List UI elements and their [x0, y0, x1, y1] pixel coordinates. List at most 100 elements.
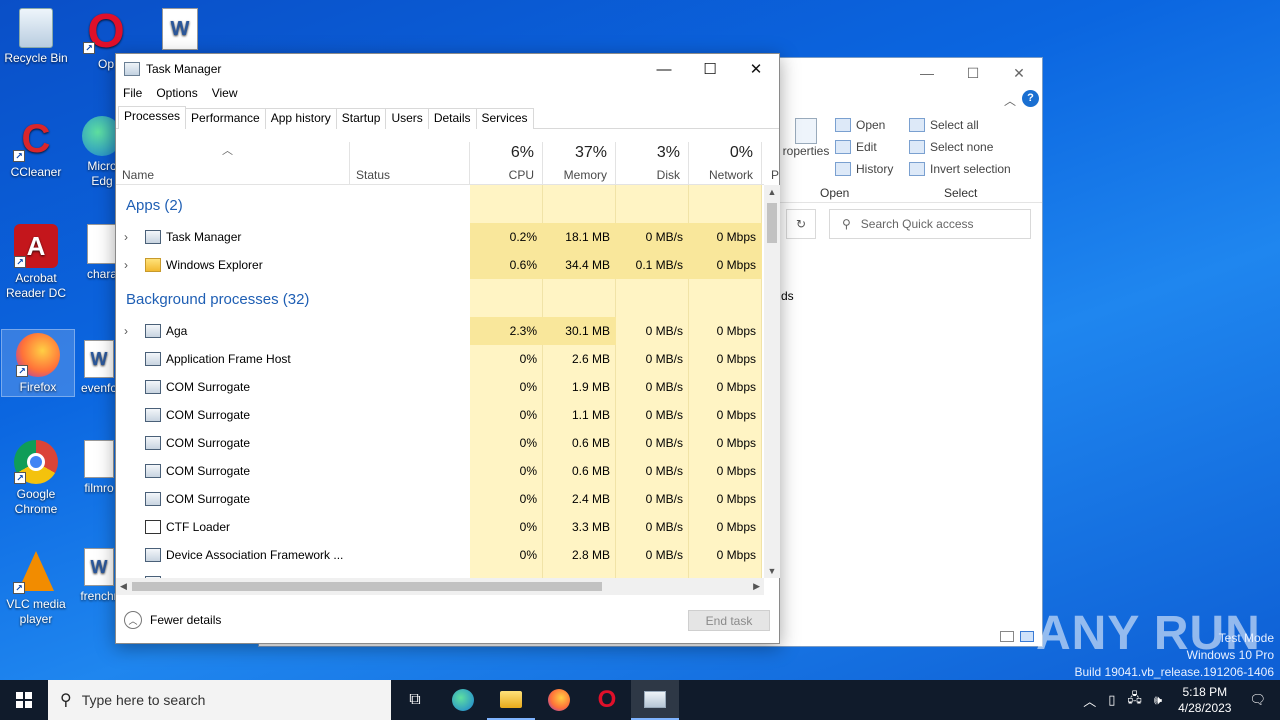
horizontal-scrollbar[interactable]: ◀ ▶ [116, 578, 764, 595]
fewer-details-button[interactable]: ︿ Fewer details [124, 611, 221, 629]
tab-users[interactable]: Users [385, 108, 429, 129]
maximize-button[interactable]: ☐ [687, 54, 733, 84]
column-cpu-label: CPU [508, 168, 534, 182]
column-memory[interactable]: 37% Memory [543, 142, 616, 184]
desktop-icon-firefox[interactable]: ↗ Firefox [1, 329, 75, 397]
minimize-button[interactable]: — [641, 54, 687, 84]
taskbar-search-box[interactable]: ⚲ Type here to search [48, 680, 391, 720]
show-hidden-icons-chevron-icon[interactable]: ︿ [1077, 691, 1102, 710]
group-header-background[interactable]: Background processes (32) [116, 285, 764, 315]
group-header-apps[interactable]: Apps (2) [116, 191, 764, 221]
large-icons-view-icon[interactable] [1020, 631, 1034, 642]
table-row[interactable]: COM Surrogate 0% 0.6 MB 0 MB/s 0 Mbps [116, 429, 764, 457]
end-task-button[interactable]: End task [688, 610, 770, 631]
task-view-button[interactable]: ⧉ [391, 680, 439, 720]
expand-chevron-icon[interactable]: › [124, 317, 128, 345]
shortcut-arrow-icon: ↗ [13, 582, 25, 594]
scroll-right-icon[interactable]: ▶ [753, 578, 760, 595]
column-network-label: Network [708, 168, 753, 182]
menu-view[interactable]: View [205, 84, 245, 104]
notifications-icon[interactable]: 🗨 [1241, 692, 1280, 708]
tab-details[interactable]: Details [427, 108, 477, 129]
tab-strip: Processes Performance App history Startu… [118, 106, 534, 129]
help-icon[interactable]: ? [1022, 90, 1039, 107]
table-row[interactable]: › Task Manager 0.2% 18.1 MB 0 MB/s 0 Mbp… [116, 223, 764, 251]
invert-selection-button[interactable]: Invert selection [909, 158, 1011, 180]
scroll-left-icon[interactable]: ◀ [120, 578, 127, 595]
taskbar-file-explorer-button[interactable] [487, 680, 535, 720]
tablet-icon[interactable]: ▯ [1102, 692, 1121, 708]
clock[interactable]: 5:18 PM 4/28/2023 [1168, 684, 1241, 716]
vertical-scrollbar[interactable]: ▲ ▼ [764, 185, 780, 578]
taskbar: ⚲ Type here to search ⧉ O ︿ ▯ 🖧 🕪 5:18 P… [0, 680, 1280, 720]
column-disk[interactable]: 3% Disk [616, 142, 689, 184]
start-button[interactable] [0, 680, 48, 720]
desktop-icon-recycle-bin[interactable]: Recycle Bin [0, 8, 72, 66]
column-power-fragment[interactable]: P [771, 168, 779, 182]
close-icon[interactable]: ✕ [996, 58, 1042, 88]
process-memory: 2.4 MB [571, 492, 610, 506]
edit-button[interactable]: Edit [835, 136, 893, 158]
column-network[interactable]: 0% Network [689, 142, 762, 184]
table-row[interactable]: › Aga 2.3% 30.1 MB 0 MB/s 0 Mbps [116, 317, 764, 345]
tab-app-history[interactable]: App history [264, 108, 337, 129]
table-row[interactable]: Application Frame Host 0% 2.6 MB 0 MB/s … [116, 345, 764, 373]
network-icon[interactable]: 🖧 [1121, 689, 1148, 711]
expand-chevron-icon[interactable]: › [124, 223, 128, 251]
process-name: Application Frame Host [166, 352, 291, 366]
caption-buttons: — ☐ ✕ [641, 54, 779, 84]
taskbar-task-manager-button[interactable] [631, 680, 679, 720]
minimize-icon[interactable]: — [904, 58, 950, 88]
desktop-icon-acrobat[interactable]: A ↗ Acrobat Reader DC [0, 224, 72, 301]
select-all-button[interactable]: Select all [909, 114, 1011, 136]
scroll-up-icon[interactable]: ▲ [764, 187, 780, 197]
column-name[interactable]: Name [116, 142, 350, 184]
taskbar-firefox-button[interactable] [535, 680, 583, 720]
table-row[interactable]: CTF Loader 0% 3.3 MB 0 MB/s 0 Mbps [116, 513, 764, 541]
table-row[interactable]: COM Surrogate 0% 1.9 MB 0 MB/s 0 Mbps [116, 373, 764, 401]
maximize-icon[interactable]: ☐ [950, 58, 996, 88]
vertical-scroll-thumb[interactable] [767, 203, 777, 243]
system-tray: ︿ ▯ 🖧 🕪 5:18 PM 4/28/2023 🗨 [1077, 680, 1280, 720]
table-row[interactable]: COM Surrogate 0% 1.1 MB 0 MB/s 0 Mbps [116, 401, 764, 429]
scroll-down-icon[interactable]: ▼ [764, 566, 780, 576]
view-toggle-icons[interactable] [1000, 631, 1034, 642]
tab-startup[interactable]: Startup [335, 108, 387, 129]
table-row[interactable]: COM Surrogate 0% 2.4 MB 0 MB/s 0 Mbps [116, 485, 764, 513]
column-status[interactable]: Status [350, 142, 470, 184]
taskbar-edge-button[interactable] [439, 680, 487, 720]
process-memory: 2.8 MB [571, 548, 610, 562]
history-button[interactable]: History [835, 158, 893, 180]
tab-performance[interactable]: Performance [185, 108, 266, 129]
tab-processes[interactable]: Processes [118, 106, 187, 129]
desktop-icon-vlc[interactable]: ↗ VLC media player [0, 548, 72, 627]
open-button[interactable]: Open [835, 114, 893, 136]
taskbar-opera-button[interactable]: O [583, 680, 631, 720]
process-network: 0 Mbps [716, 436, 756, 450]
refresh-button[interactable]: ↻ [786, 209, 816, 239]
volume-icon[interactable]: 🕪 [1148, 692, 1168, 708]
properties-button[interactable]: roperties [781, 118, 831, 158]
tab-services[interactable]: Services [475, 108, 534, 129]
menu-options[interactable]: Options [149, 84, 204, 104]
task-manager-window[interactable]: Task Manager — ☐ ✕ File Options View Pro… [115, 53, 780, 644]
table-row[interactable]: Device Association Framework ... 0% 2.8 … [116, 541, 764, 569]
title-bar[interactable]: Task Manager — ☐ ✕ [116, 54, 779, 84]
table-row[interactable]: COM Surrogate 0% 0.6 MB 0 MB/s 0 Mbps [116, 457, 764, 485]
details-view-icon[interactable] [1000, 631, 1014, 642]
column-cpu[interactable]: 6% CPU [470, 142, 543, 184]
menu-file[interactable]: File [116, 84, 149, 104]
explorer-search-input[interactable]: ⚲ Search Quick access [829, 209, 1031, 239]
table-row[interactable] [116, 569, 764, 578]
desktop-icon-word-doc[interactable]: W [150, 8, 210, 53]
desktop-icon-ccleaner[interactable]: C ↗ CCleaner [0, 116, 72, 180]
select-none-button[interactable]: Select none [909, 136, 1011, 158]
process-cpu: 0% [519, 408, 537, 422]
table-row[interactable]: › Windows Explorer 0.6% 34.4 MB 0.1 MB/s… [116, 251, 764, 279]
close-button[interactable]: ✕ [733, 54, 779, 84]
ribbon-collapse-icon[interactable]: ︿ [1004, 92, 1016, 109]
ribbon-open-group: Open Edit History [835, 114, 893, 180]
expand-chevron-icon[interactable]: › [124, 251, 128, 279]
horizontal-scroll-thumb[interactable] [132, 582, 602, 591]
desktop-icon-chrome[interactable]: ↗ Google Chrome [0, 440, 72, 517]
